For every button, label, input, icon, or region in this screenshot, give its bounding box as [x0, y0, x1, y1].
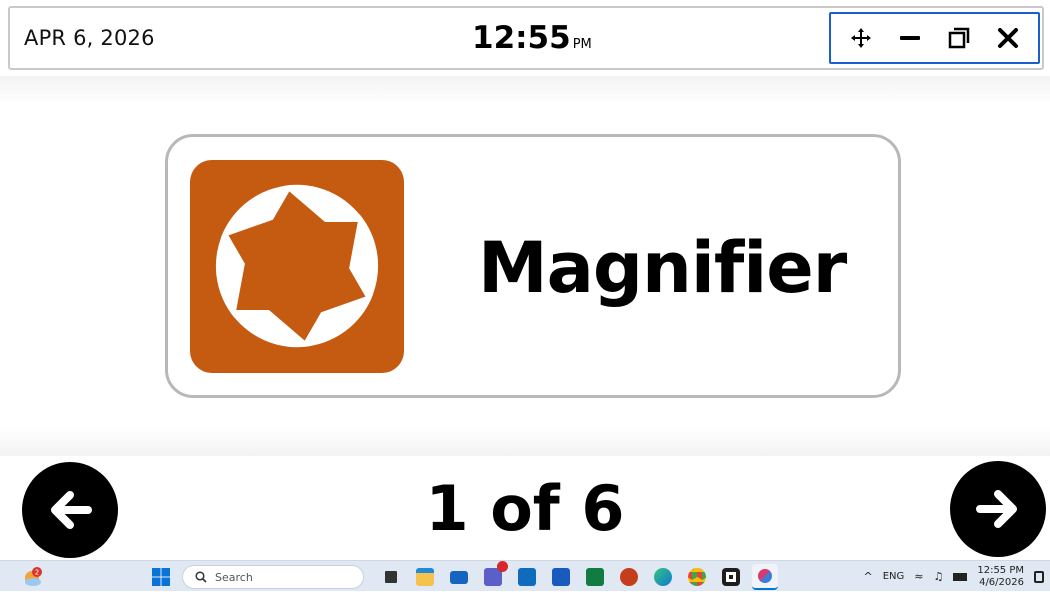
windows-icon	[152, 568, 170, 586]
powerpoint-button[interactable]	[616, 564, 642, 590]
taskbar-clock[interactable]: 12:55 PM 4/6/2026	[977, 565, 1024, 589]
page-counter: 1 of 6	[425, 472, 625, 545]
snipping-tool-icon	[758, 569, 772, 583]
app-card[interactable]: Magnifier	[165, 134, 901, 398]
task-view-icon	[385, 571, 397, 583]
arrow-right-icon	[976, 490, 1017, 528]
notifications-icon[interactable]	[1034, 570, 1044, 583]
weather-badge: 2	[35, 569, 39, 577]
word-button[interactable]	[548, 564, 574, 590]
powerpoint-icon	[620, 568, 638, 586]
file-explorer-button[interactable]	[412, 564, 438, 590]
remote-desktop-button[interactable]	[446, 564, 472, 590]
search-icon	[195, 571, 207, 583]
clock-ampm: PM	[572, 37, 592, 52]
clock: 12:55 PM	[472, 20, 592, 56]
folder-icon	[416, 568, 434, 586]
next-button[interactable]	[950, 461, 1046, 557]
language-indicator[interactable]: ENG	[883, 571, 905, 582]
window-controls	[829, 12, 1040, 64]
weather-icon: 2	[25, 567, 42, 586]
snipping-tool-button[interactable]	[752, 564, 778, 590]
move-icon	[851, 28, 872, 48]
minimize-icon	[900, 36, 921, 40]
magnifier-aperture-icon	[190, 160, 404, 373]
restore-icon	[948, 27, 970, 49]
chrome-button[interactable]	[684, 564, 710, 590]
monitor-icon	[450, 570, 468, 584]
excel-button[interactable]	[582, 564, 608, 590]
taskbar-time: 12:55 PM	[977, 564, 1024, 576]
notification-dot-icon	[497, 561, 508, 572]
chevron-up-icon[interactable]: ^	[863, 570, 872, 583]
clock-time: 12:55	[472, 20, 571, 56]
outlook-icon	[518, 568, 536, 586]
date-label: APR 6, 2026	[24, 26, 155, 50]
top-bar: APR 6, 2026 12:55 PM	[8, 6, 1044, 70]
app-name-label: Magnifier	[478, 227, 847, 309]
system-tray: ^ ENG ≈ ♫ 12:55 PM 4/6/2026	[863, 563, 1044, 590]
magnifier-launcher-app: APR 6, 2026 12:55 PM Magnifier 1 of 6	[0, 0, 1050, 558]
magnifier-icon	[722, 568, 740, 586]
move-button[interactable]	[844, 21, 878, 55]
outlook-button[interactable]	[514, 564, 540, 590]
search-placeholder: Search	[215, 570, 253, 584]
word-icon	[552, 568, 570, 586]
chrome-icon	[688, 568, 706, 586]
start-button[interactable]	[148, 564, 174, 590]
close-button[interactable]	[991, 21, 1025, 55]
edge-icon	[654, 568, 672, 586]
excel-icon	[586, 568, 604, 586]
restore-button[interactable]	[942, 21, 976, 55]
volume-icon[interactable]: ♫	[933, 570, 943, 583]
close-icon	[997, 28, 1018, 48]
edge-button[interactable]	[650, 564, 676, 590]
teams-icon	[484, 561, 508, 586]
taskbar-apps: Search	[148, 561, 778, 590]
task-view-button[interactable]	[378, 564, 404, 590]
minimize-button[interactable]	[893, 21, 927, 55]
weather-widget[interactable]: 2	[22, 566, 44, 588]
windows-taskbar: 2 Search ^ ENG ≈ ♫ 12:55 PM 4/6/2026	[0, 560, 1050, 591]
wifi-icon[interactable]: ≈	[914, 570, 923, 583]
taskbar-search[interactable]: Search	[182, 565, 364, 589]
taskbar-date: 4/6/2026	[979, 576, 1024, 588]
teams-button[interactable]	[480, 561, 508, 590]
battery-icon[interactable]	[953, 572, 968, 581]
magnifier-button[interactable]	[718, 564, 744, 590]
